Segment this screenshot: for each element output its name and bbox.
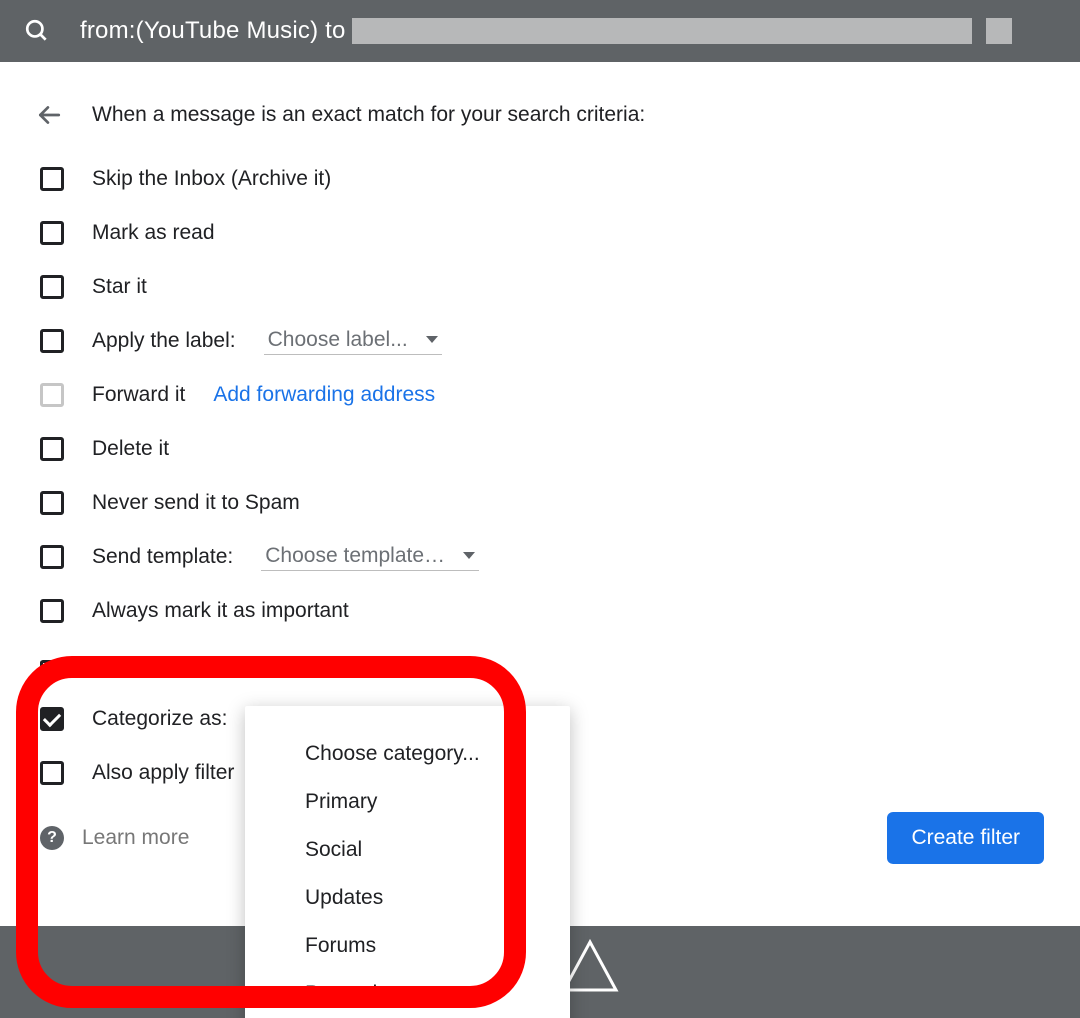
option-label: Never send it to Spam — [92, 491, 300, 515]
option-label: Also apply filter — [92, 761, 234, 785]
category-option-primary[interactable]: Primary — [245, 778, 570, 826]
page-title: When a message is an exact match for you… — [92, 103, 645, 127]
chevron-down-icon — [463, 552, 475, 559]
checkbox-star-it[interactable] — [40, 275, 64, 299]
learn-more-link[interactable]: ? Learn more — [40, 826, 189, 850]
category-option-updates[interactable]: Updates — [245, 874, 570, 922]
option-label: Send template: — [92, 545, 233, 569]
option-label: Delete it — [92, 437, 169, 461]
checkbox-skip-inbox[interactable] — [40, 167, 64, 191]
choose-label-dropdown[interactable]: Choose label... — [264, 328, 442, 355]
checkbox-always-important[interactable] — [40, 599, 64, 623]
option-label: Star it — [92, 275, 147, 299]
checkbox-never-spam[interactable] — [40, 491, 64, 515]
create-filter-button[interactable]: Create filter — [887, 812, 1044, 864]
option-label: Always mark it as important — [92, 599, 349, 623]
redacted-region — [986, 18, 1012, 44]
category-option-promotions[interactable]: Promotions — [245, 970, 570, 1018]
back-arrow-icon[interactable] — [36, 102, 62, 128]
choose-label-placeholder: Choose label... — [268, 328, 408, 352]
checkbox-delete-it[interactable] — [40, 437, 64, 461]
search-bar[interactable]: from:(YouTube Music) to — [0, 0, 1080, 62]
checkbox-also-apply[interactable] — [40, 761, 64, 785]
option-label: Apply the label: — [92, 329, 236, 353]
search-icon[interactable] — [24, 18, 50, 44]
learn-more-label: Learn more — [82, 826, 189, 850]
option-label: Skip the Inbox (Archive it) — [92, 167, 331, 191]
checkbox-send-template[interactable] — [40, 545, 64, 569]
category-option-choose[interactable]: Choose category... — [245, 730, 570, 778]
choose-template-dropdown[interactable]: Choose template… — [261, 544, 479, 571]
checkbox-mark-read[interactable] — [40, 221, 64, 245]
choose-template-placeholder: Choose template… — [265, 544, 445, 568]
help-icon: ? — [40, 826, 64, 850]
redacted-region — [352, 18, 972, 44]
option-label: Forward it — [92, 383, 185, 407]
category-option-forums[interactable]: Forums — [245, 922, 570, 970]
search-query-text[interactable]: from:(YouTube Music) to — [80, 17, 346, 45]
add-forwarding-address-link[interactable]: Add forwarding address — [213, 383, 435, 407]
category-option-social[interactable]: Social — [245, 826, 570, 874]
checkbox-apply-label[interactable] — [40, 329, 64, 353]
option-label: Mark as read — [92, 221, 215, 245]
chevron-down-icon — [426, 336, 438, 343]
checkbox-forward-it — [40, 383, 64, 407]
checkbox-categorize-as[interactable] — [40, 707, 64, 731]
category-dropdown[interactable]: Choose category... Primary Social Update… — [245, 706, 570, 1018]
checkbox-hidden-row[interactable] — [40, 660, 64, 670]
option-label: Categorize as: — [92, 707, 227, 731]
